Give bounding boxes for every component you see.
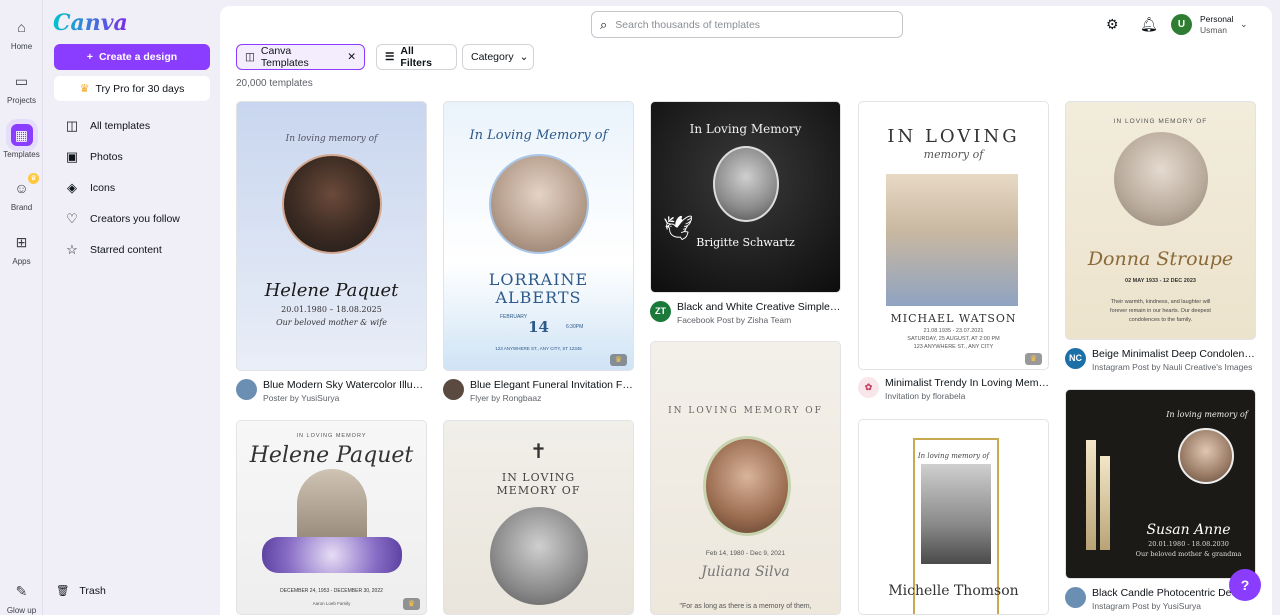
search-input[interactable] (615, 18, 886, 31)
cross-icon: ✝ (530, 441, 547, 463)
apps-icon: ⊞ (15, 233, 28, 250)
template-thumbnail[interactable]: In loving memory of Susan Anne 20.01.198… (1065, 389, 1256, 579)
templates-nav: ◫ All templates ▣ Photos ◈ Icons ♡ Creat… (64, 110, 214, 265)
template-count: 20,000 templates (236, 78, 313, 89)
all-filters-button[interactable]: ☰ All Filters (376, 44, 457, 70)
creator-avatar: ZT (650, 301, 671, 322)
shapes-icon: ◈ (67, 179, 77, 195)
template-thumbnail[interactable]: In Loving Memory of LORRAINE ALBERTS FEB… (443, 101, 634, 371)
template-thumbnail[interactable]: IN LOVING MEMORY OF Donna Stroupe 02 MAY… (1065, 101, 1256, 340)
rail-brand[interactable]: ☺ ♛ Brand (0, 173, 43, 212)
template-thumbnail[interactable]: In loving memory of Helene Paquet 20.01.… (236, 101, 427, 371)
avatar[interactable]: U (1171, 14, 1192, 35)
left-rail: ⌂ Home ▭ Projects ▦ Templates ☺ ♛ Brand … (0, 0, 43, 615)
heart-icon: ♡ (66, 210, 78, 226)
pro-crown-badge: ♛ (610, 354, 627, 366)
rail-projects[interactable]: ▭ Projects (0, 70, 43, 106)
nav-icons[interactable]: ◈ Icons (64, 172, 214, 203)
portrait-photo (703, 436, 791, 536)
chevron-down-icon[interactable]: ⌄ (1240, 19, 1248, 30)
creator-avatar (1065, 587, 1086, 608)
close-icon[interactable]: ✕ (347, 51, 356, 63)
rail-apps[interactable]: ⊞ Apps (0, 231, 43, 267)
scrollbar[interactable] (1272, 6, 1280, 615)
search-icon: ⌕ (600, 16, 608, 32)
portrait-photo (921, 464, 991, 564)
pro-crown-badge: ♛ (1025, 353, 1042, 365)
creator-avatar: NC (1065, 348, 1086, 369)
nav-all-templates[interactable]: ◫ All templates (64, 110, 214, 141)
nav-photos[interactable]: ▣ Photos (64, 141, 214, 172)
template-thumbnail[interactable]: IN LOVING MEMORY OF Feb 14, 1980 - Dec 9… (650, 341, 841, 615)
settings-icon[interactable]: ⚙ (1106, 16, 1119, 33)
canva-logo[interactable]: Canva (53, 10, 128, 36)
folder-icon: ▭ (14, 72, 29, 89)
category-dropdown[interactable]: Category ⌄ (462, 44, 534, 70)
search-bar[interactable]: ⌕ (591, 11, 903, 38)
templates-icon: ◫ (245, 51, 255, 63)
creator-avatar (443, 379, 464, 400)
template-thumbnail[interactable]: ✝ IN LOVING MEMORY OF (443, 420, 634, 615)
home-icon: ⌂ (17, 19, 26, 35)
dove-icon: 🕊︎ (663, 215, 694, 242)
creator-avatar: ✿ (858, 377, 879, 398)
image-icon: ▣ (65, 148, 79, 164)
star-icon: ☆ (66, 241, 78, 257)
try-pro-button[interactable]: ♛ Try Pro for 30 days (54, 76, 210, 101)
filter-sliders-icon: ☰ (385, 51, 395, 63)
candle-decoration (1086, 440, 1096, 550)
notifications-bell-icon[interactable]: 🔔︎ (1140, 16, 1158, 33)
account-switcher[interactable]: Personal Usman (1200, 14, 1234, 36)
template-thumbnail[interactable]: In loving memory of Michelle Thomson (858, 419, 1049, 615)
help-button[interactable]: ? (1229, 569, 1261, 601)
trash-link[interactable]: 🗑 Trash (56, 584, 106, 598)
pro-crown-badge: ♛ (403, 598, 420, 610)
template-thumbnail[interactable]: In Loving Memory Brigitte Schwartz 🕊︎ (650, 101, 841, 293)
portrait-photo (1114, 132, 1208, 226)
portrait-photo (489, 154, 589, 254)
flower-decoration (262, 537, 402, 573)
nav-creators-you-follow[interactable]: ♡ Creators you follow (64, 203, 214, 234)
glow-up-icon: ✎ (15, 582, 28, 599)
rail-glow-up[interactable]: ✎ Glow up (0, 580, 43, 615)
templates-panel: Canva + Create a design ♛ Try Pro for 30… (43, 0, 220, 615)
portrait-photo (282, 154, 382, 254)
main-content: ⌕ ⚙ 🔔︎ U Personal Usman ⌄ ◫ Canva Templa… (220, 6, 1272, 615)
crown-icon: ♛ (79, 83, 90, 95)
template-thumbnail[interactable]: IN LOVING MEMORY Helene Paquet DECEMBER … (236, 420, 427, 615)
create-design-button[interactable]: + Create a design (54, 44, 210, 70)
portrait-photo (886, 174, 1018, 306)
template-thumbnail[interactable]: IN LOVING memory of MICHAEL WATSON 21.08… (858, 101, 1049, 370)
templates-icon: ▦ (10, 124, 33, 146)
portrait-photo (1178, 428, 1234, 484)
candle-decoration (1100, 456, 1110, 550)
rail-home[interactable]: ⌂ Home (0, 16, 43, 51)
rail-templates[interactable]: ▦ Templates (0, 124, 43, 159)
templates-outline-icon: ◫ (65, 117, 79, 133)
portrait-photo (490, 507, 588, 605)
creator-avatar (236, 379, 257, 400)
crown-icon: ♛ (28, 173, 39, 184)
portrait-photo (713, 146, 779, 222)
plus-icon: + (86, 51, 93, 63)
chevron-down-icon: ⌄ (519, 51, 529, 63)
nav-starred-content[interactable]: ☆ Starred content (64, 234, 214, 265)
filter-chip-canva-templates[interactable]: ◫ Canva Templates ✕ (236, 44, 365, 70)
trash-icon: 🗑 (56, 585, 70, 597)
